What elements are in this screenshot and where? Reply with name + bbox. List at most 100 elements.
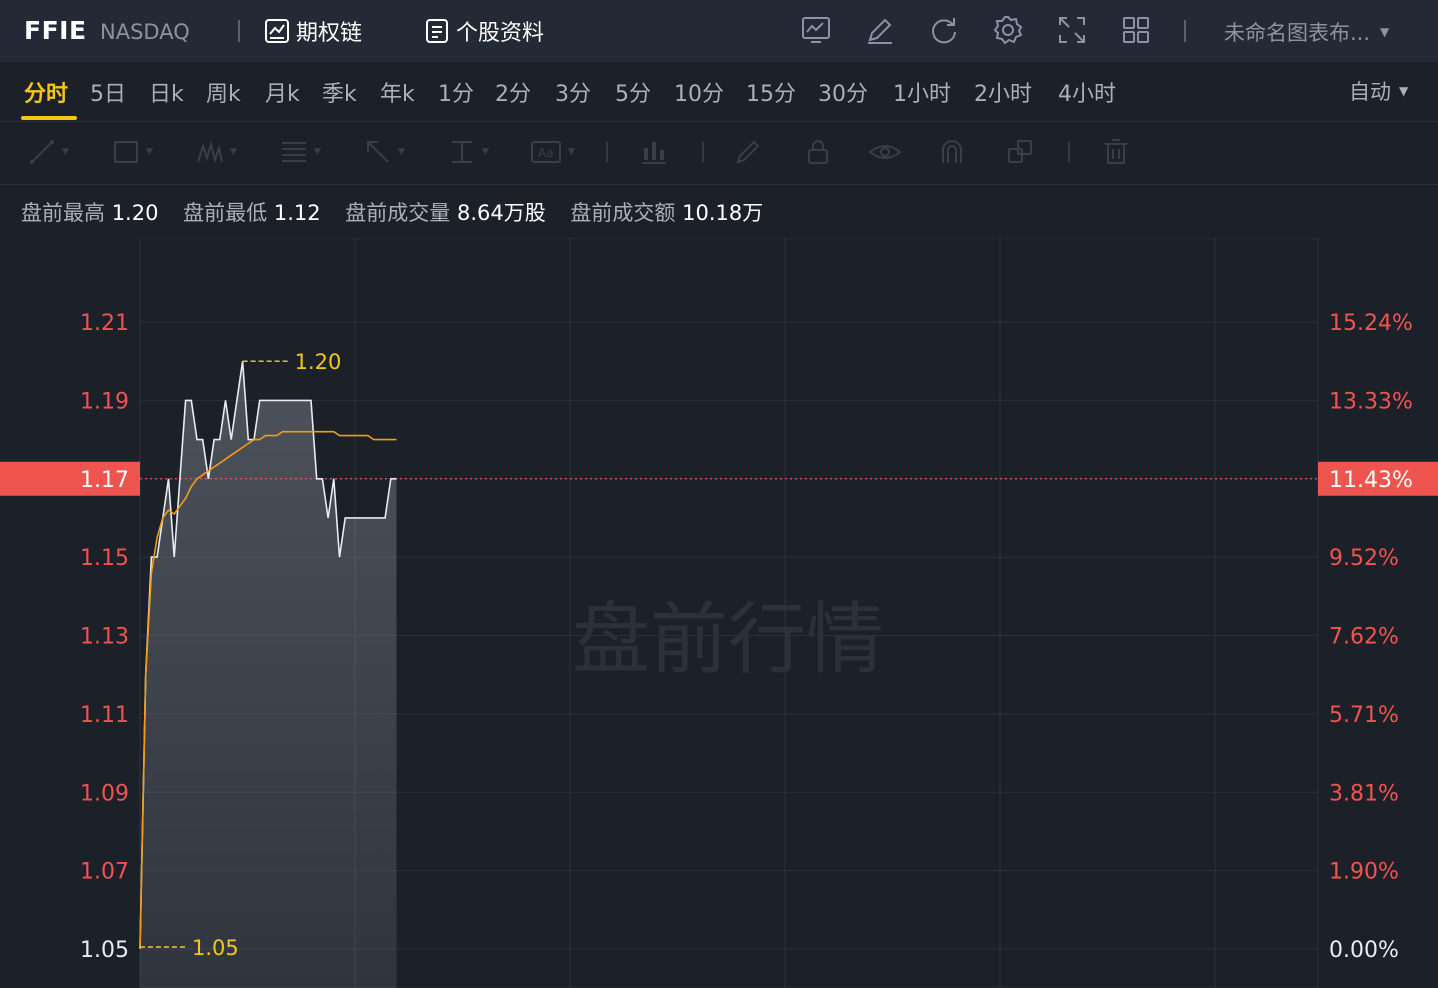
- eye-icon: [868, 145, 902, 159]
- delete-tool[interactable]: [1102, 136, 1130, 168]
- caret-down-icon: ▼: [1399, 84, 1409, 98]
- watermark-text: 盘前行情: [572, 595, 884, 685]
- grid-icon: [1123, 17, 1149, 43]
- refresh-icon: [932, 18, 956, 44]
- rectangle-icon: [114, 141, 138, 163]
- price-tick-label: 1.21: [80, 311, 129, 336]
- draw-button[interactable]: [864, 14, 896, 46]
- low-label: 盘前最低: [183, 201, 268, 225]
- tab-period-2[interactable]: 日k: [149, 76, 184, 108]
- tab-period-13[interactable]: 30分: [818, 76, 868, 108]
- volume-value: 8.64万股: [456, 201, 546, 225]
- tab-period-14[interactable]: 1小时: [893, 76, 951, 108]
- tab-period-10[interactable]: 5分: [615, 76, 651, 108]
- percent-tick-label: 1.90%: [1329, 860, 1399, 885]
- percent-tick-label: 15.24%: [1329, 311, 1413, 336]
- fibonacci-icon: [282, 142, 306, 162]
- price-tick-label: 1.15: [80, 546, 129, 571]
- arrow-tool[interactable]: ▼: [364, 136, 405, 168]
- text-icon: Aa: [531, 141, 561, 163]
- percent-tick-label: 9.52%: [1329, 546, 1399, 571]
- refresh-button[interactable]: [928, 14, 960, 46]
- line-tool[interactable]: ▼: [28, 136, 69, 168]
- layout-name: 未命名图表布...: [1224, 21, 1371, 45]
- expand-icon: [1059, 17, 1085, 43]
- lock-tool[interactable]: [804, 136, 832, 168]
- measure-icon: [452, 141, 472, 163]
- drawing-toolbar: ▼ ▼ ▼ ▼ ▼ ▼ Aa ▼: [0, 122, 1438, 185]
- scale-mode-selector[interactable]: 自动 ▼: [1349, 76, 1408, 106]
- low-marker-label: 1.05: [192, 936, 239, 960]
- stock-profile-button[interactable]: 个股资料: [424, 14, 544, 48]
- text-tool[interactable]: Aa ▼: [530, 136, 575, 168]
- toolbar-divider: [606, 142, 608, 162]
- amount-label: 盘前成交额: [570, 201, 676, 225]
- top-header: FFIE NASDAQ 期权链 个股资料 未命名图表布... ▼: [0, 0, 1438, 62]
- tab-period-8[interactable]: 2分: [495, 76, 531, 108]
- tab-period-6[interactable]: 年k: [380, 76, 415, 108]
- zigzag-icon: [197, 140, 223, 164]
- tab-period-9[interactable]: 3分: [555, 76, 591, 108]
- pattern-tool[interactable]: ▼: [196, 136, 237, 168]
- header-divider: [1184, 20, 1186, 42]
- price-area: [140, 361, 397, 988]
- layout-selector[interactable]: 未命名图表布... ▼: [1224, 17, 1389, 47]
- document-icon: [426, 19, 448, 43]
- lock-icon: [808, 140, 828, 164]
- intraday-chart[interactable]: 盘前行情 1.201.05 1.211.191.171.151.131.111.…: [0, 238, 1438, 988]
- tab-period-11[interactable]: 10分: [674, 76, 724, 108]
- brush-icon: [736, 140, 760, 164]
- ticker-symbol: FFIE: [24, 16, 87, 45]
- tab-intraday[interactable]: 分时: [24, 76, 68, 108]
- caret-down-icon: ▼: [1380, 25, 1390, 39]
- options-chain-button[interactable]: 期权链: [264, 14, 362, 48]
- bar-chart-icon: [642, 142, 666, 164]
- magnet-icon: [942, 140, 962, 163]
- tab-period-1[interactable]: 5日: [90, 76, 126, 108]
- percent-axis: 15.24% 13.33% 11.43% 9.52% 7.62% 5.71% 3.81% 1.…: [1318, 311, 1438, 963]
- price-tick-label: 1.11: [80, 703, 129, 728]
- copy-icon: [1008, 140, 1032, 163]
- active-tab-indicator: [21, 116, 77, 120]
- tab-period-4[interactable]: 月k: [265, 76, 300, 108]
- layout-grid-button[interactable]: [1120, 14, 1152, 46]
- price-tick-label: 1.17: [80, 468, 129, 493]
- visibility-tool[interactable]: [868, 136, 902, 168]
- indicator-tool[interactable]: [640, 136, 668, 168]
- high-marker-label: 1.20: [295, 350, 342, 374]
- low-value: 1.12: [273, 201, 321, 225]
- period-tabs: 分时 5日 日k 周k 月k 季k 年k 1分 2分 3分 5分 10分 15分 30分 1小时 2小时 4小时: [0, 62, 1438, 122]
- premarket-summary: 盘前最高 1.20 盘前最低 1.12 盘前成交量 8.64万股 盘前成交额 1…: [21, 197, 781, 227]
- tab-period-12[interactable]: 15分: [746, 76, 796, 108]
- header-divider: [238, 20, 240, 42]
- measure-tool[interactable]: ▼: [448, 136, 489, 168]
- price-tick-label: 1.09: [80, 781, 129, 806]
- indicator-icon: [802, 17, 830, 43]
- settings-button[interactable]: [992, 14, 1024, 46]
- price-area-fill: [140, 361, 397, 988]
- fib-tool[interactable]: ▼: [280, 136, 321, 168]
- clone-tool[interactable]: [1006, 136, 1034, 168]
- rectangle-tool[interactable]: ▼: [112, 136, 153, 168]
- options-chain-label: 期权链: [296, 21, 363, 46]
- fullscreen-button[interactable]: [1056, 14, 1088, 46]
- indicator-button[interactable]: [800, 14, 832, 46]
- tab-period-5[interactable]: 季k: [322, 76, 357, 108]
- tab-period-16[interactable]: 4小时: [1058, 76, 1116, 108]
- toolbar-divider: [1068, 142, 1070, 162]
- chart-icon: [265, 19, 289, 43]
- svg-text:Aa: Aa: [538, 146, 554, 160]
- percent-tick-label: 11.43%: [1329, 468, 1413, 493]
- tab-period-3[interactable]: 周k: [206, 76, 241, 108]
- tab-period-15[interactable]: 2小时: [974, 76, 1032, 108]
- high-value: 1.20: [111, 201, 159, 225]
- price-tick-label: 1.05: [80, 938, 129, 963]
- toolbar-divider: [702, 142, 704, 162]
- high-label: 盘前最高: [21, 201, 105, 225]
- percent-tick-label: 5.71%: [1329, 703, 1399, 728]
- percent-tick-label: 13.33%: [1329, 389, 1413, 414]
- brush-tool[interactable]: [734, 136, 762, 168]
- percent-tick-label: 7.62%: [1329, 625, 1399, 650]
- tab-period-7[interactable]: 1分: [438, 76, 474, 108]
- magnet-tool[interactable]: [938, 136, 966, 168]
